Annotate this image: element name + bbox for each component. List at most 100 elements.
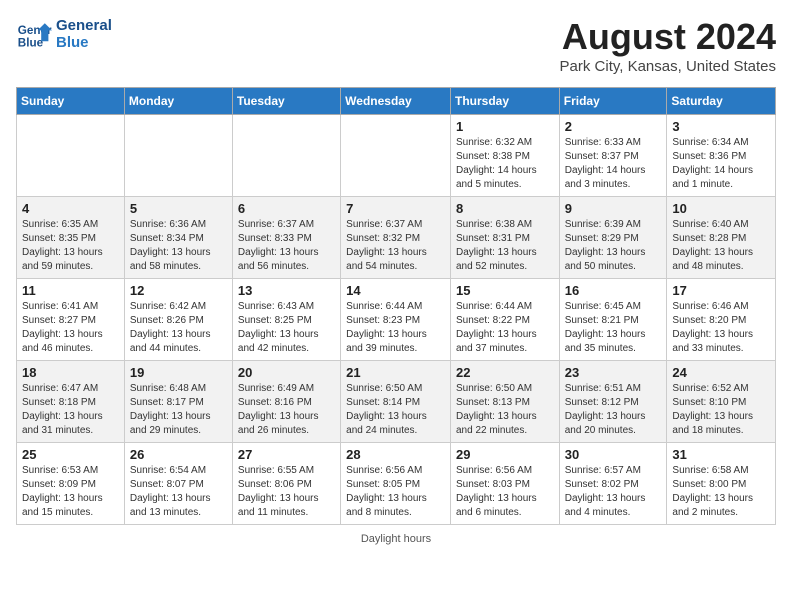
day-number: 6 bbox=[238, 201, 335, 216]
day-number: 10 bbox=[672, 201, 770, 216]
day-cell: 20Sunrise: 6:49 AM Sunset: 8:16 PM Dayli… bbox=[232, 361, 340, 443]
day-info: Sunrise: 6:42 AM Sunset: 8:26 PM Dayligh… bbox=[130, 300, 227, 356]
calendar-body: 1Sunrise: 6:32 AM Sunset: 8:38 PM Daylig… bbox=[17, 115, 776, 525]
day-cell: 13 Sunrise: 6:43 AM Sunset: 8:25 PM Dayli… bbox=[232, 279, 340, 361]
day-cell: 3 Sunrise: 6:34 AM Sunset: 8:36 PM Daylig… bbox=[667, 115, 776, 197]
day-cell bbox=[232, 115, 340, 197]
logo-line2: Blue bbox=[56, 34, 112, 51]
day-number: 13 bbox=[238, 283, 335, 298]
day-info: Sunrise: 6:52 AM Sunset: 8:10 PM Dayligh… bbox=[672, 382, 770, 438]
day-number: 2 bbox=[565, 119, 662, 134]
day-info: Sunrise: 6:47 AM Sunset: 8:18 PM Dayligh… bbox=[22, 382, 119, 438]
week-row-2: 4 Sunrise: 6:35 AM Sunset: 8:35 PM Daylig… bbox=[17, 197, 776, 279]
header-cell-sunday: Sunday bbox=[17, 88, 125, 115]
day-info: Sunrise: 6:34 AM Sunset: 8:36 PM Dayligh… bbox=[672, 136, 770, 192]
title-area: August 2024 Park City, Kansas, United St… bbox=[560, 16, 776, 75]
day-cell: 16 Sunrise: 6:45 AM Sunset: 8:21 PM Dayli… bbox=[559, 279, 667, 361]
day-number: 24 bbox=[672, 365, 770, 380]
day-cell: 21Sunrise: 6:50 AM Sunset: 8:14 PM Dayli… bbox=[341, 361, 451, 443]
location-title: Park City, Kansas, United States bbox=[560, 58, 776, 75]
day-cell: 17 Sunrise: 6:46 AM Sunset: 8:20 PM Dayli… bbox=[667, 279, 776, 361]
day-info: Sunrise: 6:43 AM Sunset: 8:25 PM Dayligh… bbox=[238, 300, 335, 356]
day-number: 18 bbox=[22, 365, 119, 380]
day-number: 27 bbox=[238, 447, 335, 462]
calendar-header: SundayMondayTuesdayWednesdayThursdayFrid… bbox=[17, 88, 776, 115]
day-info: Sunrise: 6:49 AM Sunset: 8:16 PM Dayligh… bbox=[238, 382, 335, 438]
day-info: Sunrise: 6:56 AM Sunset: 8:05 PM Dayligh… bbox=[346, 464, 445, 520]
day-number: 1 bbox=[456, 119, 554, 134]
week-row-1: 1Sunrise: 6:32 AM Sunset: 8:38 PM Daylig… bbox=[17, 115, 776, 197]
day-info: Sunrise: 6:40 AM Sunset: 8:28 PM Dayligh… bbox=[672, 218, 770, 274]
day-info: Sunrise: 6:53 AM Sunset: 8:09 PM Dayligh… bbox=[22, 464, 119, 520]
header-row: SundayMondayTuesdayWednesdayThursdayFrid… bbox=[17, 88, 776, 115]
day-info: Sunrise: 6:55 AM Sunset: 8:06 PM Dayligh… bbox=[238, 464, 335, 520]
day-cell: 26 Sunrise: 6:54 AM Sunset: 8:07 PM Dayli… bbox=[124, 443, 232, 525]
day-cell: 15 Sunrise: 6:44 AM Sunset: 8:22 PM Dayli… bbox=[450, 279, 559, 361]
day-info: Sunrise: 6:36 AM Sunset: 8:34 PM Dayligh… bbox=[130, 218, 227, 274]
day-cell: 18 Sunrise: 6:47 AM Sunset: 8:18 PM Dayli… bbox=[17, 361, 125, 443]
day-info: Sunrise: 6:44 AM Sunset: 8:22 PM Dayligh… bbox=[456, 300, 554, 356]
day-info: Sunrise: 6:48 AM Sunset: 8:17 PM Dayligh… bbox=[130, 382, 227, 438]
day-number: 8 bbox=[456, 201, 554, 216]
header-cell-thursday: Thursday bbox=[450, 88, 559, 115]
day-number: 17 bbox=[672, 283, 770, 298]
day-number: 7 bbox=[346, 201, 445, 216]
day-number: 14 bbox=[346, 283, 445, 298]
day-info: Sunrise: 6:46 AM Sunset: 8:20 PM Dayligh… bbox=[672, 300, 770, 356]
logo-line1: General bbox=[56, 17, 112, 34]
header-cell-wednesday: Wednesday bbox=[341, 88, 451, 115]
day-number: 16 bbox=[565, 283, 662, 298]
day-cell: 29Sunrise: 6:56 AM Sunset: 8:03 PM Dayli… bbox=[450, 443, 559, 525]
day-cell: 19 Sunrise: 6:48 AM Sunset: 8:17 PM Dayli… bbox=[124, 361, 232, 443]
day-cell: 25 Sunrise: 6:53 AM Sunset: 8:09 PM Dayli… bbox=[17, 443, 125, 525]
day-info: Sunrise: 6:33 AM Sunset: 8:37 PM Dayligh… bbox=[565, 136, 662, 192]
day-number: 19 bbox=[130, 365, 227, 380]
day-cell: 31Sunrise: 6:58 AM Sunset: 8:00 PM Dayli… bbox=[667, 443, 776, 525]
day-cell: 11Sunrise: 6:41 AM Sunset: 8:27 PM Dayli… bbox=[17, 279, 125, 361]
day-number: 25 bbox=[22, 447, 119, 462]
week-row-5: 25 Sunrise: 6:53 AM Sunset: 8:09 PM Dayli… bbox=[17, 443, 776, 525]
day-info: Sunrise: 6:58 AM Sunset: 8:00 PM Dayligh… bbox=[672, 464, 770, 520]
header-cell-tuesday: Tuesday bbox=[232, 88, 340, 115]
day-number: 12 bbox=[130, 283, 227, 298]
day-cell bbox=[124, 115, 232, 197]
day-cell: 30Sunrise: 6:57 AM Sunset: 8:02 PM Dayli… bbox=[559, 443, 667, 525]
day-info: Sunrise: 6:56 AM Sunset: 8:03 PM Dayligh… bbox=[456, 464, 554, 520]
header-cell-monday: Monday bbox=[124, 88, 232, 115]
week-row-3: 11Sunrise: 6:41 AM Sunset: 8:27 PM Dayli… bbox=[17, 279, 776, 361]
day-info: Sunrise: 6:38 AM Sunset: 8:31 PM Dayligh… bbox=[456, 218, 554, 274]
calendar-table: SundayMondayTuesdayWednesdayThursdayFrid… bbox=[16, 87, 776, 525]
day-cell: 23 Sunrise: 6:51 AM Sunset: 8:12 PM Dayli… bbox=[559, 361, 667, 443]
day-info: Sunrise: 6:51 AM Sunset: 8:12 PM Dayligh… bbox=[565, 382, 662, 438]
logo: General Blue General Blue bbox=[16, 16, 112, 52]
day-cell: 5 Sunrise: 6:36 AM Sunset: 8:34 PM Daylig… bbox=[124, 197, 232, 279]
day-info: Sunrise: 6:37 AM Sunset: 8:32 PM Dayligh… bbox=[346, 218, 445, 274]
day-info: Sunrise: 6:35 AM Sunset: 8:35 PM Dayligh… bbox=[22, 218, 119, 274]
logo-icon: General Blue bbox=[16, 16, 52, 52]
month-title: August 2024 bbox=[560, 16, 776, 58]
day-info: Sunrise: 6:45 AM Sunset: 8:21 PM Dayligh… bbox=[565, 300, 662, 356]
day-info: Sunrise: 6:54 AM Sunset: 8:07 PM Dayligh… bbox=[130, 464, 227, 520]
svg-text:Blue: Blue bbox=[18, 37, 44, 50]
day-number: 23 bbox=[565, 365, 662, 380]
day-cell: 9Sunrise: 6:39 AM Sunset: 8:29 PM Daylig… bbox=[559, 197, 667, 279]
day-cell: 1Sunrise: 6:32 AM Sunset: 8:38 PM Daylig… bbox=[450, 115, 559, 197]
page-header: General Blue General Blue August 2024 Pa… bbox=[16, 16, 776, 75]
day-number: 28 bbox=[346, 447, 445, 462]
day-cell: 14Sunrise: 6:44 AM Sunset: 8:23 PM Dayli… bbox=[341, 279, 451, 361]
day-cell: 7 Sunrise: 6:37 AM Sunset: 8:32 PM Daylig… bbox=[341, 197, 451, 279]
header-cell-friday: Friday bbox=[559, 88, 667, 115]
day-cell bbox=[17, 115, 125, 197]
day-cell: 10 Sunrise: 6:40 AM Sunset: 8:28 PM Dayli… bbox=[667, 197, 776, 279]
day-cell: 12 Sunrise: 6:42 AM Sunset: 8:26 PM Dayli… bbox=[124, 279, 232, 361]
footer-note: Daylight hours bbox=[16, 533, 776, 545]
day-number: 4 bbox=[22, 201, 119, 216]
day-cell: 8 Sunrise: 6:38 AM Sunset: 8:31 PM Daylig… bbox=[450, 197, 559, 279]
day-number: 5 bbox=[130, 201, 227, 216]
day-cell: 2 Sunrise: 6:33 AM Sunset: 8:37 PM Daylig… bbox=[559, 115, 667, 197]
day-number: 11 bbox=[22, 283, 119, 298]
day-number: 26 bbox=[130, 447, 227, 462]
day-number: 15 bbox=[456, 283, 554, 298]
day-number: 3 bbox=[672, 119, 770, 134]
day-number: 30 bbox=[565, 447, 662, 462]
